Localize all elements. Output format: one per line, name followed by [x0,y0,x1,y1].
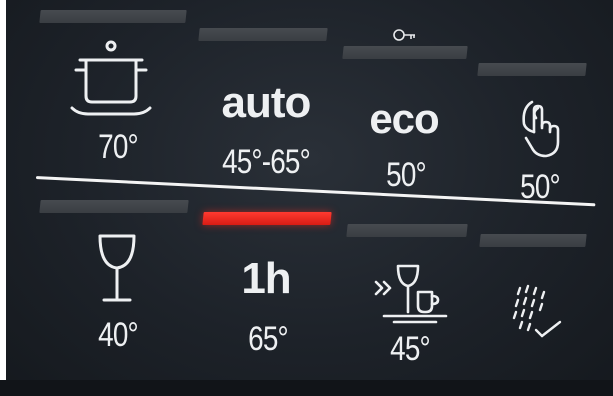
glass-cup-temperature: 45° [390,330,431,368]
1h-program-label: 1h [241,254,291,303]
wine-glass-icon [96,232,138,306]
program-glass-cup-button[interactable]: 45° [336,0,486,396]
dishwasher-control-panel: 70° auto 45°-65° eco 50° 50° 40° 1h 65° … [6,0,613,396]
glass-temperature: 40° [98,316,139,354]
glass-cup-icon [374,262,452,326]
1h-temperature: 65° [248,320,289,358]
shower-rinse-icon [512,284,564,344]
panel-bottom-edge [0,380,613,396]
program-1h-button[interactable]: 1h 65° [196,0,346,396]
program-prerinse-button[interactable] [468,0,613,396]
program-glass-button[interactable]: 40° [36,0,186,396]
